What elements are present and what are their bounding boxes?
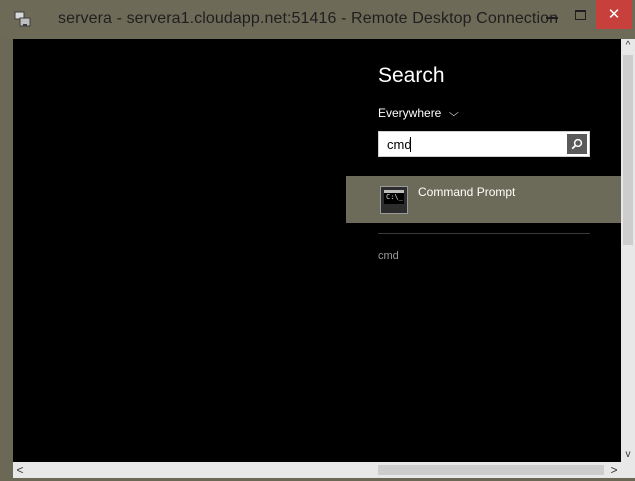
- maximize-button[interactable]: [566, 0, 594, 29]
- vertical-scroll-thumb[interactable]: [623, 55, 633, 245]
- title-bar[interactable]: servera - servera1.cloudapp.net:51416 - …: [0, 0, 635, 39]
- resize-grip[interactable]: [621, 462, 635, 478]
- search-result-command-prompt[interactable]: C:\_ Command Prompt: [346, 176, 621, 223]
- search-field[interactable]: [378, 131, 590, 157]
- search-button[interactable]: [567, 134, 587, 154]
- close-button[interactable]: ✕: [596, 0, 632, 29]
- close-icon: ✕: [607, 6, 621, 23]
- chevron-down-icon: ⌵: [449, 107, 460, 119]
- search-scope-dropdown[interactable]: Everywhere ⌵: [378, 106, 460, 120]
- remote-desktop-viewport[interactable]: Search Everywhere ⌵ C:\_ Command Prompt …: [13, 39, 621, 462]
- search-scope-label: Everywhere: [378, 106, 442, 120]
- search-result-label: Command Prompt: [418, 185, 516, 199]
- vertical-scrollbar[interactable]: ^ v: [621, 39, 635, 462]
- horizontal-scroll-thumb[interactable]: [378, 465, 604, 475]
- maximize-icon: [574, 9, 586, 20]
- scroll-up-arrow[interactable]: ^: [621, 39, 635, 53]
- search-suggestion[interactable]: cmd: [378, 250, 399, 262]
- window-title: servera - servera1.cloudapp.net:51416 - …: [58, 10, 559, 27]
- search-input[interactable]: [379, 132, 567, 156]
- scroll-left-arrow[interactable]: <: [13, 462, 27, 478]
- remote-desktop-icon[interactable]: [14, 10, 32, 28]
- minimize-icon: [546, 16, 558, 19]
- results-divider: [378, 233, 590, 234]
- search-icon: [571, 138, 583, 150]
- scroll-down-arrow[interactable]: v: [621, 448, 635, 462]
- scroll-right-arrow[interactable]: >: [607, 462, 621, 478]
- search-charm-title: Search: [378, 64, 445, 87]
- horizontal-scrollbar[interactable]: < >: [13, 462, 621, 478]
- text-caret: [410, 137, 411, 152]
- command-prompt-icon: C:\_: [380, 186, 408, 214]
- remote-desktop-window: servera - servera1.cloudapp.net:51416 - …: [0, 0, 635, 481]
- minimize-button[interactable]: [538, 0, 566, 29]
